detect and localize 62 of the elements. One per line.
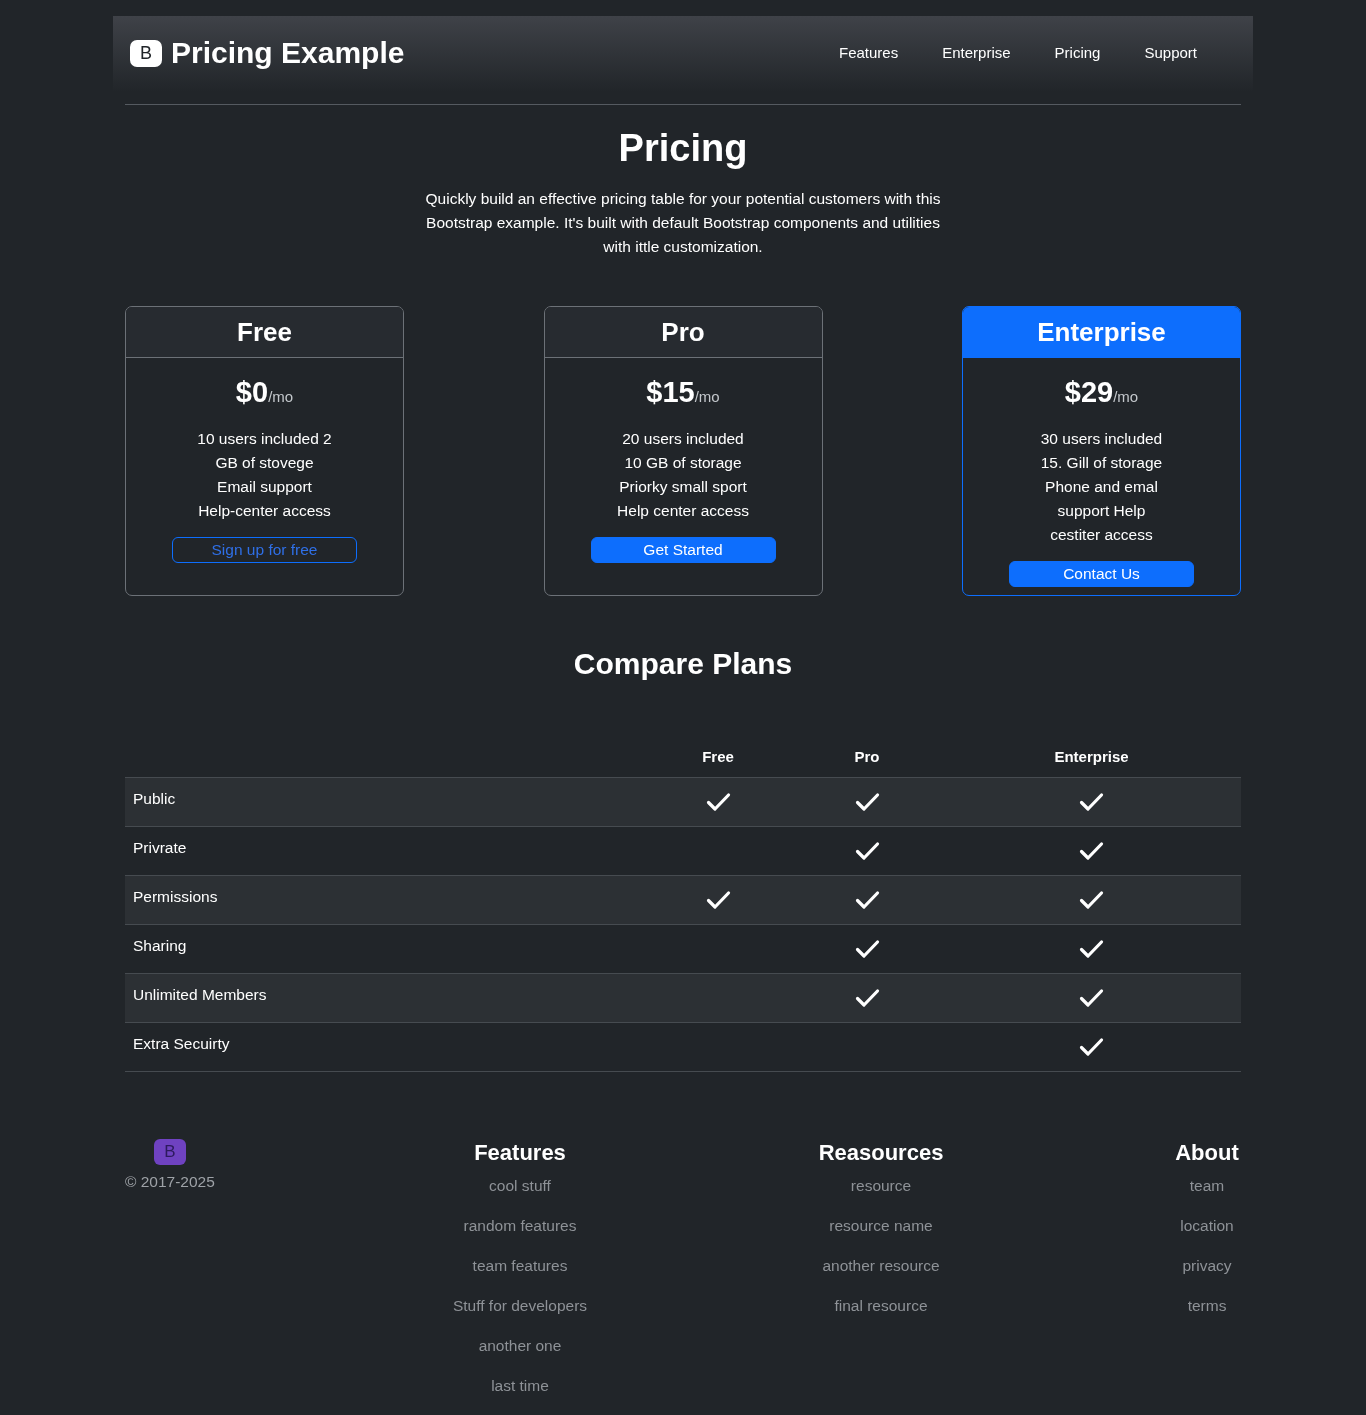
price-period: /mo	[694, 388, 720, 407]
feature-item: 30 users included	[1040, 429, 1163, 449]
price-period: /mo	[268, 388, 294, 407]
page-description: Quickly build an effective pricing table for your potential customers with this Bootstrap example. It's built with default Bootstrap components and utilities with ittle customization.	[424, 189, 942, 257]
plan-name: Free	[237, 316, 292, 348]
feature-item: 10 users included 2	[197, 429, 332, 449]
plan-button[interactable]: Sign up for free	[172, 537, 357, 563]
feature-item: GB of stovege	[214, 453, 315, 473]
plan-button[interactable]: Contact Us	[1009, 561, 1194, 587]
feature-item: Help-center access	[197, 501, 332, 521]
column-heading: Pro	[854, 747, 880, 767]
footer-link[interactable]: resource name	[829, 1214, 933, 1238]
feature-name: Privrate	[133, 838, 187, 858]
price-amount: $29	[1064, 375, 1114, 410]
feature-name: Unlimited Members	[133, 985, 267, 1005]
footer-logo: B	[153, 1139, 186, 1165]
footer-link[interactable]: random features	[463, 1214, 577, 1238]
nav-link[interactable]: Support	[1144, 41, 1197, 64]
footer-link[interactable]: last time	[491, 1374, 549, 1398]
plan-name: Enterprise	[1037, 316, 1166, 348]
feature-item: cestiter access	[1049, 525, 1154, 545]
nav-link[interactable]: Features	[839, 41, 899, 64]
feature-item: Help center access	[617, 501, 749, 521]
footer-link[interactable]: another one	[478, 1334, 562, 1358]
footer-link[interactable]: cool stuff	[489, 1174, 551, 1198]
footer-link[interactable]: resource	[850, 1174, 912, 1198]
footer-heading: Reasources	[818, 1139, 944, 1167]
footer-link[interactable]: final resource	[834, 1294, 928, 1318]
copyright-text: © 2017-2025	[125, 1172, 215, 1192]
column-heading: Free	[702, 747, 734, 767]
price-amount: $15	[646, 375, 695, 410]
footer-link[interactable]: team features	[472, 1254, 568, 1278]
feature-item: 10 GB of storage	[623, 453, 743, 473]
footer-link[interactable]: another resource	[822, 1254, 940, 1278]
nav-link[interactable]: Enterprise	[942, 41, 1011, 64]
column-heading: Enterprise	[1054, 747, 1129, 767]
feature-item: Email support	[216, 477, 313, 497]
feature-name: Sharing	[133, 936, 187, 956]
footer-link[interactable]: location	[1180, 1214, 1234, 1238]
section-title: Compare Plans	[572, 646, 794, 682]
feature-item: support Help	[1056, 501, 1147, 521]
footer-link[interactable]: privacy	[1182, 1254, 1232, 1278]
feature-name: Permissions	[133, 887, 218, 907]
feature-name: Public	[133, 789, 176, 809]
plan-button[interactable]: Get Started	[590, 537, 776, 563]
footer-heading: About	[1175, 1139, 1239, 1167]
brand-logo[interactable]: B	[130, 39, 162, 67]
nav-link[interactable]: Pricing	[1054, 41, 1101, 64]
price-amount: $0	[235, 375, 269, 410]
feature-item: Phone and emal	[1044, 477, 1159, 497]
feature-item: 15. Gill of storage	[1040, 453, 1163, 473]
footer-link[interactable]: terms	[1187, 1294, 1227, 1318]
feature-item: 20 users included	[621, 429, 745, 449]
footer-link[interactable]: Stuff for developers	[452, 1294, 588, 1318]
plan-name: Pro	[661, 316, 705, 348]
feature-item: Priorky small sport	[618, 477, 748, 497]
price-period: /mo	[1113, 388, 1139, 407]
footer-link[interactable]: team	[1189, 1174, 1225, 1198]
footer-heading: Features	[474, 1139, 566, 1167]
site-title[interactable]: Pricing Example	[171, 35, 405, 71]
feature-name: Extra Secuirty	[133, 1034, 230, 1054]
page-title: Pricing	[617, 126, 749, 171]
